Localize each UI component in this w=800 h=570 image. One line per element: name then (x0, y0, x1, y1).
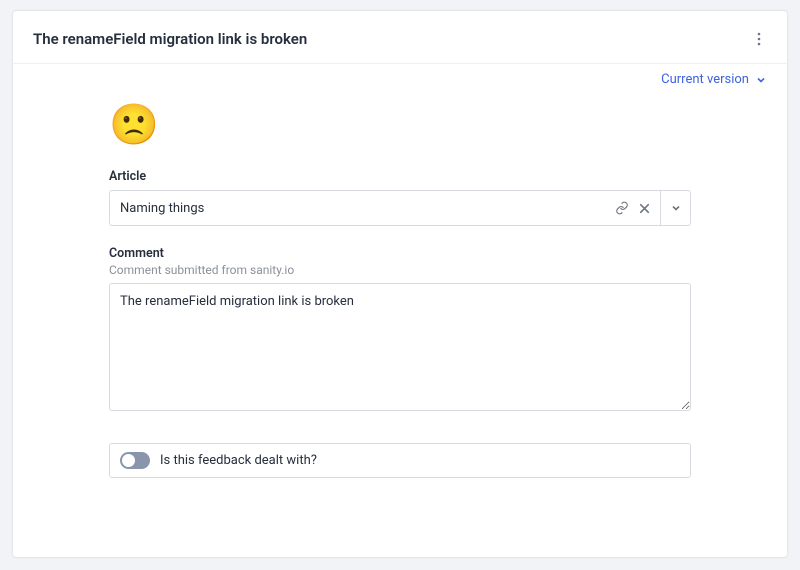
toggle-knob (122, 454, 135, 467)
link-icon[interactable] (614, 200, 630, 216)
more-menu-button[interactable] (745, 25, 773, 53)
article-actions (606, 191, 660, 225)
version-selector[interactable]: Current version (661, 72, 767, 87)
article-field: Article Naming things (109, 169, 691, 226)
subheader: Current version (13, 64, 787, 87)
card-header: The renameField migration link is broken (13, 11, 787, 64)
version-label: Current version (661, 72, 749, 87)
dealt-with-field: Is this feedback dealt with? (109, 443, 691, 478)
dealt-with-toggle[interactable] (120, 452, 150, 469)
article-label: Article (109, 169, 691, 184)
clear-icon[interactable] (636, 200, 652, 216)
article-expand[interactable] (660, 191, 690, 225)
comment-field: Comment Comment submitted from sanity.io (109, 246, 691, 415)
document-card: The renameField migration link is broken… (12, 10, 788, 558)
article-value: Naming things (110, 191, 606, 225)
sentiment-emoji: 🙁 (109, 105, 691, 145)
comment-label: Comment (109, 246, 691, 261)
dealt-with-label: Is this feedback dealt with? (160, 453, 317, 468)
more-vertical-icon (751, 31, 767, 47)
chevron-down-icon (670, 202, 682, 214)
comment-sublabel: Comment submitted from sanity.io (109, 263, 691, 277)
form-content: 🙁 Article Naming things Comment (13, 87, 787, 557)
chevron-down-icon (755, 74, 767, 86)
article-reference-input[interactable]: Naming things (109, 190, 691, 226)
comment-textarea[interactable] (109, 283, 691, 411)
page-title: The renameField migration link is broken (33, 30, 307, 48)
